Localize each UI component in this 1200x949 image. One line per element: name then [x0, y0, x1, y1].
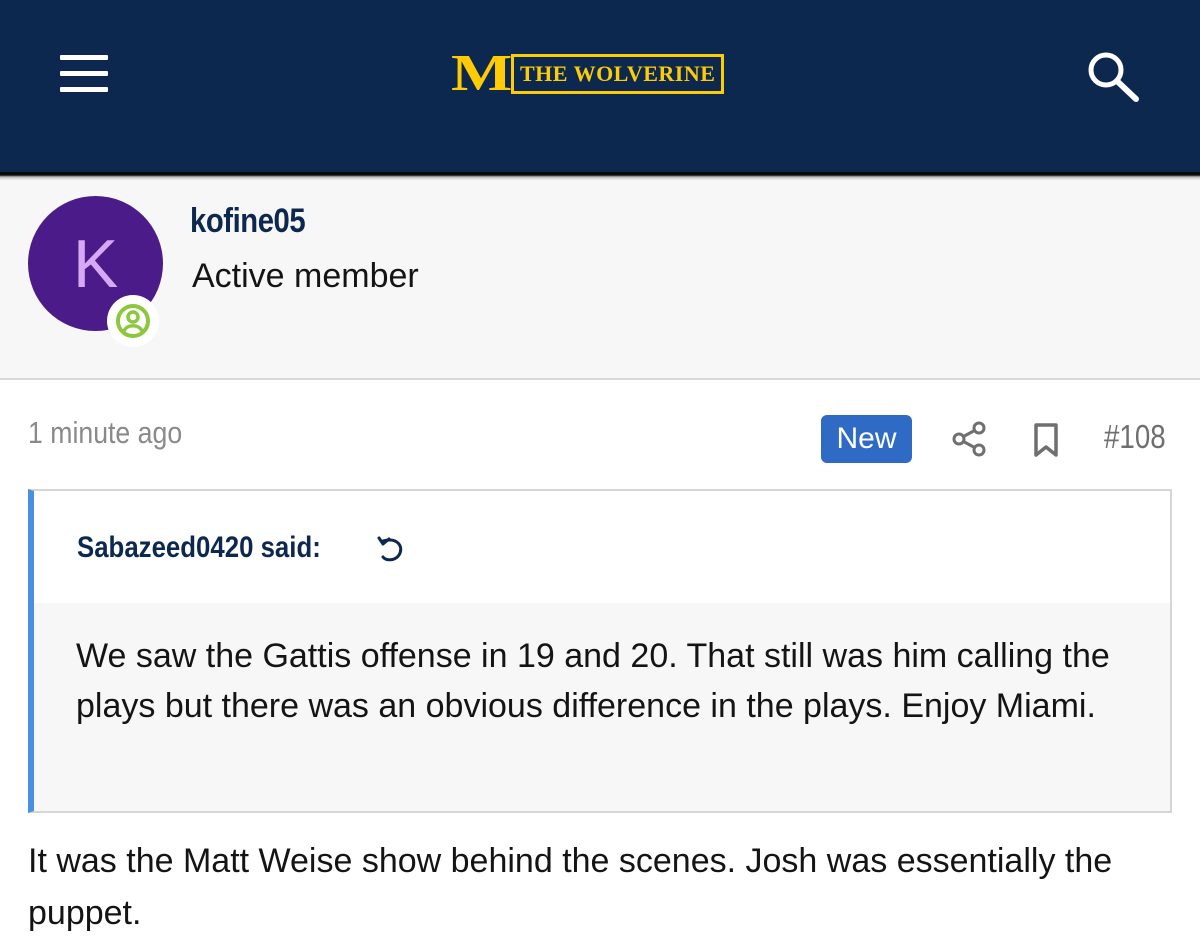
author-info-band — [0, 181, 1200, 380]
online-status-graphic — [116, 304, 150, 338]
author-username[interactable]: kofine05 — [190, 202, 306, 241]
search-icon-graphic — [1088, 52, 1139, 102]
header-shadow — [0, 172, 1200, 181]
menu-line — [60, 87, 108, 92]
share-icon[interactable] — [950, 420, 988, 458]
logo-wordmark: THE WOLVERINE — [520, 61, 716, 86]
bookmark-icon-graphic — [1034, 423, 1058, 457]
jump-to-quote-graphic — [377, 536, 403, 562]
quote-text: We saw the Gattis offense in 19 and 20. … — [34, 603, 1170, 811]
site-header: M THE WOLVERINE — [0, 0, 1200, 175]
post-number-link[interactable]: #108 — [1104, 418, 1166, 456]
post-timestamp[interactable]: 1 minute ago — [28, 415, 182, 451]
menu-line — [60, 55, 108, 60]
logo-mark: M — [451, 45, 512, 102]
hamburger-menu-icon[interactable] — [48, 52, 120, 96]
share-icon-graphic — [952, 421, 986, 457]
avatar-letter: K — [72, 225, 119, 302]
quote-author[interactable]: Sabazeed0420 said: — [77, 531, 321, 565]
search-icon[interactable] — [1082, 48, 1146, 104]
site-logo[interactable]: M THE WOLVERINE — [451, 45, 765, 102]
user-circle-icon — [107, 295, 159, 347]
post-body-text: It was the Matt Weise show behind the sc… — [28, 842, 1113, 932]
jump-to-quote-icon[interactable] — [374, 533, 408, 567]
menu-line — [60, 71, 108, 76]
new-badge: New — [821, 415, 912, 463]
quote-header: Sabazeed0420 said: — [34, 491, 1170, 603]
author-title: Active member — [192, 257, 419, 295]
logo-wordmark-box: THE WOLVERINE — [511, 54, 725, 94]
quoted-post: Sabazeed0420 said: We saw the Gattis off… — [28, 489, 1172, 813]
bookmark-icon[interactable] — [1030, 422, 1062, 458]
